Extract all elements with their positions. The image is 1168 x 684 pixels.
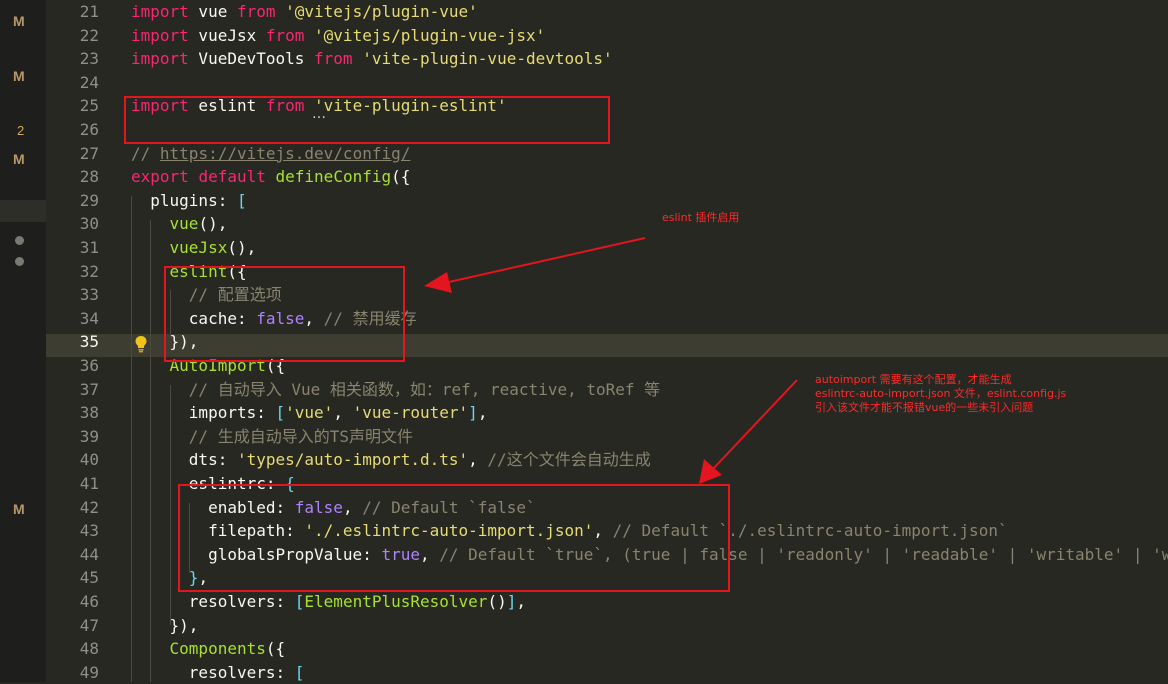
annotation-line: 引入该文件才能不报错vue的一些未引入问题 — [815, 401, 1034, 414]
annotation-arrows — [424, 237, 798, 484]
annotation-line: autoimport 需要有这个配置，才能生成 — [815, 373, 1012, 386]
arrow-head — [424, 272, 452, 293]
arrow-line — [711, 379, 798, 471]
arrow-line — [439, 237, 646, 285]
annotation-line: eslintrc-auto-import.json 文件，eslint.conf… — [815, 387, 1067, 400]
annotation-eslint: eslint 插件启用 — [662, 211, 740, 224]
